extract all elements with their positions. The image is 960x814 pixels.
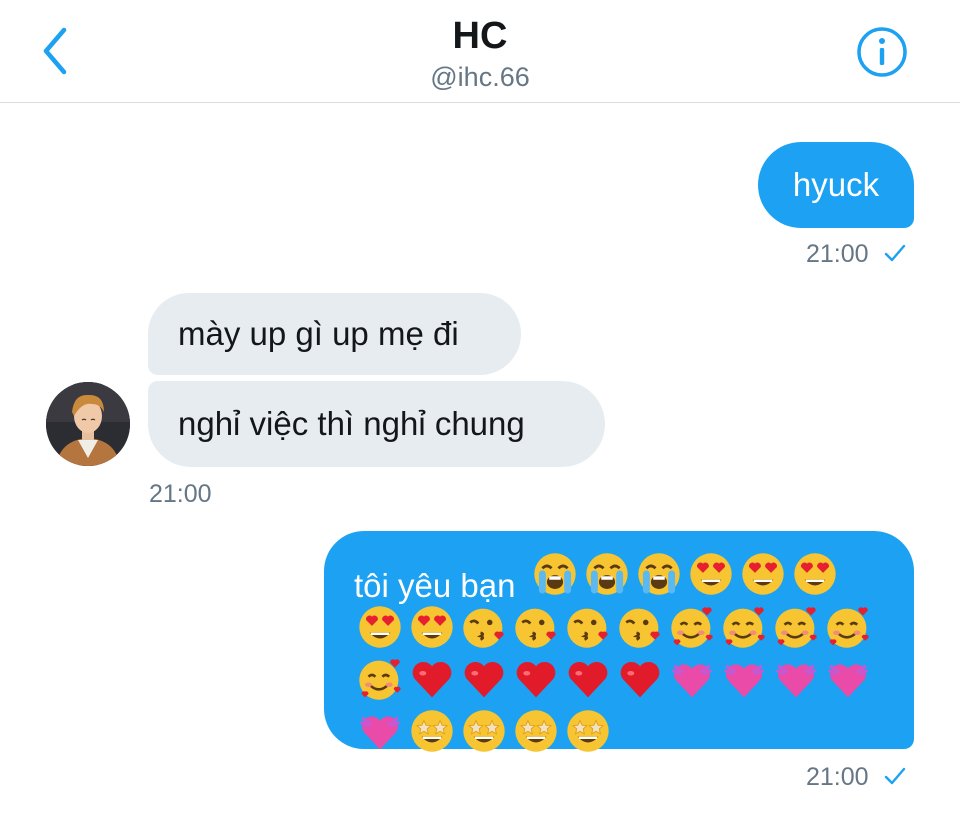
smiling-face-with-hearts-emoji bbox=[666, 604, 718, 650]
red-heart-emoji bbox=[510, 656, 562, 702]
contact-name: HC bbox=[452, 15, 508, 57]
red-heart-emoji bbox=[458, 656, 510, 702]
message-timestamp: 21:00 bbox=[806, 763, 906, 792]
loudly-crying-face-emoji bbox=[633, 551, 685, 597]
heart-eyes-face-emoji bbox=[737, 551, 789, 597]
loudly-crying-face-emoji bbox=[581, 551, 633, 597]
conversation-header: HC @ihc.66 bbox=[0, 0, 960, 103]
smiling-face-with-hearts-emoji bbox=[354, 656, 406, 702]
message-bubble-incoming[interactable]: nghỉ việc thì nghỉ chung bbox=[148, 381, 605, 467]
smiling-face-with-hearts-emoji bbox=[718, 604, 770, 650]
message-first-line: tôi yêu bạn bbox=[354, 551, 890, 604]
red-heart-emoji bbox=[614, 656, 666, 702]
heart-with-arrow-pink-emoji bbox=[770, 656, 822, 702]
loudly-crying-face-emoji bbox=[529, 551, 581, 597]
kissing-heart-face-emoji bbox=[614, 604, 666, 650]
star-struck-face-emoji bbox=[510, 708, 562, 754]
red-heart-emoji bbox=[562, 656, 614, 702]
kissing-heart-face-emoji bbox=[510, 604, 562, 650]
info-icon[interactable] bbox=[855, 25, 909, 79]
heart-with-arrow-pink-emoji bbox=[354, 708, 406, 754]
message-bubble-incoming[interactable]: mày up gì up mẹ đi bbox=[148, 293, 521, 375]
heart-eyes-face-emoji bbox=[685, 551, 737, 597]
heart-eyes-face-emoji bbox=[789, 551, 841, 597]
kissing-heart-face-emoji bbox=[458, 604, 510, 650]
emoji-row bbox=[354, 705, 890, 757]
contact-avatar[interactable] bbox=[46, 382, 130, 466]
heart-eyes-face-emoji bbox=[406, 604, 458, 650]
message-text: hyuck bbox=[792, 166, 880, 203]
emoji-row bbox=[354, 653, 890, 705]
red-heart-emoji bbox=[406, 656, 458, 702]
avatar-image bbox=[46, 382, 130, 466]
contact-handle: @ihc.66 bbox=[430, 62, 530, 92]
star-struck-face-emoji bbox=[562, 708, 614, 754]
message-timestamp: 21:00 bbox=[806, 240, 906, 269]
info-button[interactable] bbox=[855, 25, 909, 79]
heart-eyes-face-emoji bbox=[354, 604, 406, 650]
kissing-heart-face-emoji bbox=[562, 604, 614, 650]
message-text: mày up gì up mẹ đi bbox=[178, 315, 459, 352]
message-timestamp: 21:00 bbox=[149, 480, 212, 508]
conversation-title: HC @ihc.66 bbox=[0, 14, 960, 94]
heart-with-arrow-pink-emoji bbox=[666, 656, 718, 702]
star-struck-face-emoji bbox=[458, 708, 510, 754]
smiling-face-with-hearts-emoji bbox=[770, 604, 822, 650]
heart-with-arrow-pink-emoji bbox=[718, 656, 770, 702]
message-bubble-outgoing[interactable]: tôi yêu bạn bbox=[324, 531, 914, 749]
heart-with-arrow-pink-emoji bbox=[822, 656, 874, 702]
message-bubble-outgoing[interactable]: hyuck bbox=[758, 142, 914, 228]
star-struck-face-emoji bbox=[406, 708, 458, 754]
emoji-row bbox=[354, 601, 890, 653]
smiling-face-with-hearts-emoji bbox=[822, 604, 874, 650]
check-icon bbox=[884, 768, 905, 785]
check-icon bbox=[884, 245, 905, 262]
message-text: nghỉ việc thì nghỉ chung bbox=[178, 405, 525, 442]
message-text: tôi yêu bạn bbox=[354, 567, 516, 604]
